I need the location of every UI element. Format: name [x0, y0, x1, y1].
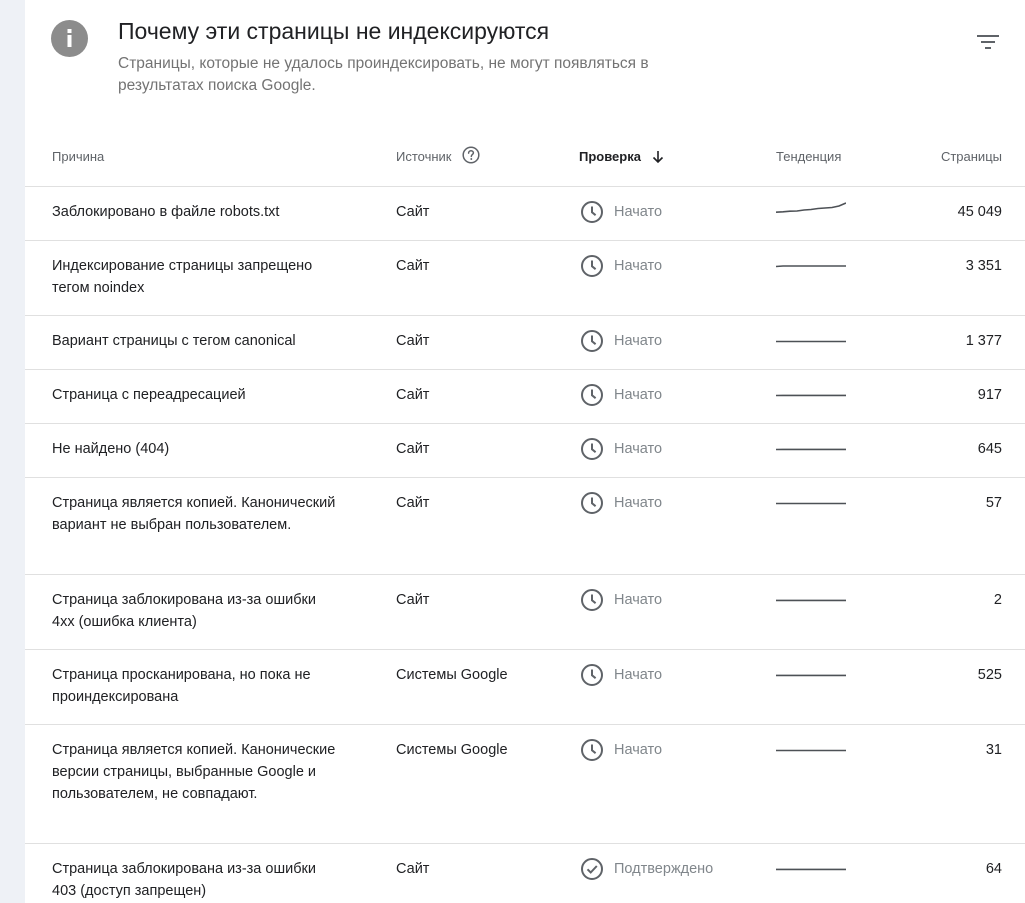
help-icon[interactable] [461, 145, 480, 164]
table-row[interactable]: Страница заблокирована из-за ошибки 4xx … [25, 575, 1025, 650]
row-reason: Страница заблокирована из-за ошибки 403 … [52, 861, 316, 899]
table-row[interactable]: Индексирование страницы запрещено тегом … [25, 241, 1025, 316]
row-trend-sparkline [776, 587, 846, 611]
sparkline-path [775, 202, 847, 213]
row-pages-count: 1 377 [965, 333, 1002, 349]
table-row[interactable]: Не найдено (404) Сайт Начато 645 [25, 424, 1025, 478]
not-indexed-card: Почему эти страницы не индексируются Стр… [25, 0, 1025, 903]
row-trend-sparkline [776, 328, 846, 352]
row-reason: Вариант страницы с тегом canonical [52, 333, 296, 349]
row-status-label: Начато [614, 333, 663, 349]
clock-icon [580, 491, 604, 515]
table-row[interactable]: Страница с переадресацией Сайт Начато 917 [25, 370, 1025, 424]
row-source: Сайт [396, 861, 430, 877]
row-status-label: Начато [614, 592, 663, 608]
reasons-table-body: Заблокировано в файле robots.txt Сайт Нача… [25, 187, 1025, 903]
row-pages-count: 31 [985, 742, 1002, 758]
row-pages-count: 45 049 [957, 204, 1002, 220]
row-reason: Страница является копией. Канонические в… [52, 742, 336, 802]
check-circle-icon [580, 857, 604, 881]
clock-icon [580, 437, 604, 461]
row-status: Начато [580, 491, 662, 515]
row-source: Системы Google [396, 742, 508, 758]
row-status: Начато [580, 663, 662, 687]
row-status-label: Начато [614, 441, 663, 457]
row-trend-sparkline [775, 199, 847, 223]
row-reason: Индексирование страницы запрещено тегом … [52, 258, 313, 296]
clock-icon [580, 200, 604, 224]
row-status: Начато [580, 588, 662, 612]
row-source: Системы Google [396, 667, 508, 683]
row-pages-count: 3 351 [965, 258, 1002, 274]
row-status-label: Начато [614, 204, 663, 220]
sort-arrow-down-icon [651, 150, 665, 164]
row-status: Подтверждено [580, 857, 713, 881]
info-icon [51, 20, 88, 57]
row-trend-sparkline [775, 253, 846, 277]
row-trend-sparkline [775, 382, 846, 406]
row-source: Сайт [396, 441, 430, 457]
column-header-source[interactable]: Источник [396, 145, 480, 164]
table-row[interactable]: Вариант страницы с тегом canonical Сайт На… [25, 316, 1025, 370]
table-row[interactable]: Страница заблокирована из-за ошибки 403 … [25, 844, 1025, 903]
clock-icon [580, 663, 604, 687]
clock-icon [580, 588, 604, 612]
column-header-trend: Тенденция [776, 149, 842, 164]
row-trend-sparkline [775, 436, 846, 460]
row-source: Сайт [396, 495, 430, 511]
column-header-reason[interactable]: Причина [52, 149, 104, 164]
row-trend-sparkline [776, 737, 846, 761]
row-status: Начато [580, 329, 662, 353]
clock-icon [580, 738, 604, 762]
row-pages-count: 57 [985, 495, 1002, 511]
row-reason: Не найдено (404) [52, 441, 170, 457]
row-trend-sparkline [776, 662, 846, 686]
row-source: Сайт [396, 258, 430, 274]
row-source: Сайт [396, 592, 430, 608]
table-header: Причина Источник Проверка Тенденция Стра… [25, 125, 1025, 187]
column-header-source-label: Источник [396, 149, 452, 164]
row-source: Сайт [396, 387, 430, 403]
row-source: Сайт [396, 204, 430, 220]
column-header-check-label: Проверка [579, 149, 641, 164]
column-header-check[interactable]: Проверка [579, 149, 665, 164]
row-status: Начато [580, 254, 662, 278]
filter-icon [977, 35, 999, 49]
row-pages-count: 917 [977, 387, 1002, 403]
column-header-pages[interactable]: Страницы [941, 149, 1002, 164]
row-status-label: Начато [614, 387, 663, 403]
row-pages-count: 525 [977, 667, 1002, 683]
row-status: Начато [580, 383, 662, 407]
row-status-label: Начато [614, 258, 663, 274]
row-pages-count: 2 [993, 592, 1002, 608]
row-source: Сайт [396, 333, 430, 349]
clock-icon [580, 383, 604, 407]
sparkline-path [775, 265, 846, 268]
row-trend-sparkline [776, 856, 846, 880]
row-status-label: Подтверждено [614, 861, 714, 877]
clock-icon [580, 329, 604, 353]
row-reason: Страница просканирована, но пока не прои… [52, 667, 311, 705]
clock-icon [580, 254, 604, 278]
row-status-label: Начато [614, 495, 663, 511]
row-trend-sparkline [776, 490, 846, 514]
row-pages-count: 64 [985, 861, 1002, 877]
card-subtitle: Страницы, которые не удалось проиндексир… [118, 55, 649, 94]
row-reason: Страница является копией. Канонический в… [52, 495, 336, 533]
row-reason: Страница заблокирована из-за ошибки 4xx … [52, 592, 316, 630]
table-row[interactable]: Заблокировано в файле robots.txt Сайт Нача… [25, 187, 1025, 241]
row-reason: Заблокировано в файле robots.txt [52, 204, 280, 220]
table-row[interactable]: Страница является копией. Канонические в… [25, 725, 1025, 844]
row-pages-count: 645 [977, 441, 1002, 457]
row-status: Начато [580, 200, 662, 224]
row-status-label: Начато [614, 667, 663, 683]
table-row[interactable]: Страница просканирована, но пока не прои… [25, 650, 1025, 725]
row-status: Начато [580, 437, 662, 461]
row-status-label: Начато [614, 742, 663, 758]
filter-button[interactable] [974, 30, 1002, 54]
row-status: Начато [580, 738, 662, 762]
row-reason: Страница с переадресацией [52, 387, 246, 403]
card-title: Почему эти страницы не индексируются [118, 18, 550, 44]
table-row[interactable]: Страница является копией. Канонический в… [25, 478, 1025, 575]
